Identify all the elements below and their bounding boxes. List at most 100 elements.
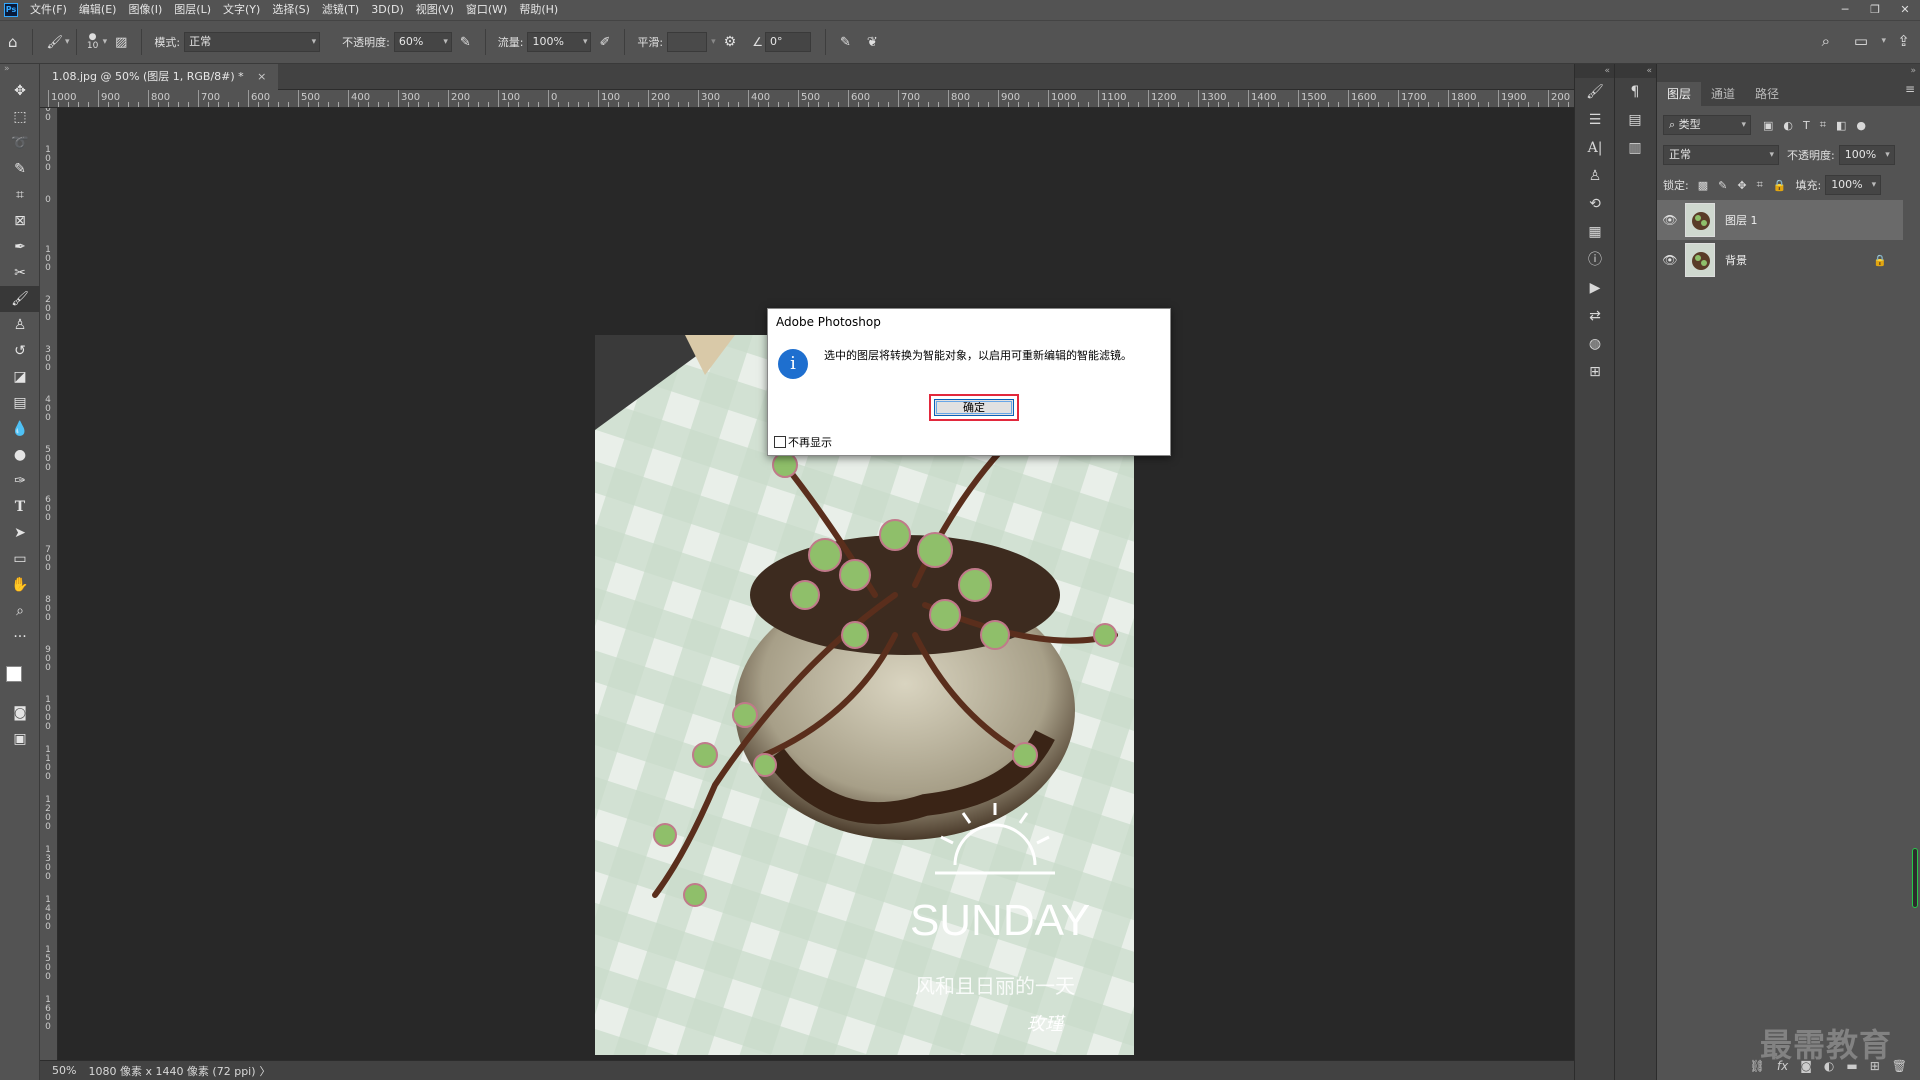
healing-brush-tool-icon[interactable]: ✂: [0, 260, 40, 286]
layer-opacity-field[interactable]: 100% ▾: [1838, 145, 1895, 165]
lock-transparent-icon[interactable]: ▩: [1698, 179, 1708, 192]
brush-panel-icon[interactable]: ▨: [115, 35, 127, 50]
menu-view[interactable]: 视图(V): [410, 0, 460, 20]
blend-mode-select[interactable]: 正常 ▾: [1663, 145, 1779, 165]
menu-window[interactable]: 窗口(W): [460, 0, 513, 20]
chevron-right-icon[interactable]: 〉: [260, 1063, 271, 1079]
zoom-level[interactable]: 50%: [52, 1064, 76, 1077]
home-icon[interactable]: ⌂: [8, 33, 18, 51]
workspace-icon[interactable]: ▭: [1854, 32, 1868, 50]
properties-icon[interactable]: ▦: [1575, 218, 1615, 246]
rectangle-tool-icon[interactable]: ▭: [0, 546, 40, 572]
filter-type-icon[interactable]: T: [1803, 119, 1810, 132]
menu-file[interactable]: 文件(F): [24, 0, 73, 20]
filter-toggle-icon[interactable]: ●: [1856, 119, 1866, 132]
brush-size-picker[interactable]: ● 10: [83, 33, 103, 51]
gear-icon[interactable]: ⚙: [724, 34, 737, 50]
path-selection-tool-icon[interactable]: ➤: [0, 520, 40, 546]
share-icon[interactable]: ⇪: [1897, 32, 1910, 50]
screen-mode-icon[interactable]: ▣: [0, 726, 40, 752]
marquee-tool-icon[interactable]: ⬚: [0, 104, 40, 130]
fill-field[interactable]: 100% ▾: [1825, 175, 1882, 195]
actions-play-icon[interactable]: ▶: [1575, 274, 1615, 302]
paths-icon[interactable]: ⇄: [1575, 302, 1615, 330]
color-wheel-icon[interactable]: ◍: [1575, 330, 1615, 358]
eye-icon[interactable]: 👁: [1657, 213, 1683, 227]
crop-tool-icon[interactable]: ⌗: [0, 182, 40, 208]
info-panel-icon[interactable]: ⓘ: [1575, 246, 1615, 274]
tab-layers[interactable]: 图层: [1657, 82, 1702, 106]
color-swatches[interactable]: [0, 650, 40, 700]
filter-adjustment-icon[interactable]: ◐: [1783, 119, 1793, 132]
collapse-icon[interactable]: «: [1615, 64, 1656, 78]
foreground-color-swatch[interactable]: [6, 666, 22, 682]
trash-icon[interactable]: 🗑: [1892, 1059, 1907, 1073]
lock-artboard-icon[interactable]: ⌗: [1757, 178, 1763, 192]
document-tab[interactable]: 1.08.jpg @ 50% (图层 1, RGB/8#) * ×: [40, 64, 279, 90]
tab-channels[interactable]: 通道: [1701, 82, 1745, 106]
collapse-icon[interactable]: «: [1575, 64, 1614, 78]
brush-settings-icon[interactable]: 🖌: [1575, 78, 1615, 106]
menu-3d[interactable]: 3D(D): [365, 0, 410, 20]
move-tool-icon[interactable]: ✥: [0, 78, 40, 104]
pressure-opacity-icon[interactable]: ✎: [460, 35, 471, 50]
menu-filter[interactable]: 滤镜(T): [316, 0, 365, 20]
dont-show-again-row[interactable]: 不再显示: [774, 434, 832, 450]
eye-icon[interactable]: 👁: [1657, 253, 1683, 267]
collapse-icon[interactable]: »: [1657, 64, 1920, 78]
clone-stamp-tool-icon[interactable]: ♙: [0, 312, 40, 338]
character-icon[interactable]: A|: [1575, 134, 1615, 162]
layer-name[interactable]: 图层 1: [1725, 212, 1903, 228]
dont-show-again-label[interactable]: 不再显示: [788, 434, 832, 450]
chevron-down-icon[interactable]: ▾: [1881, 36, 1886, 46]
more-tools-icon[interactable]: ···: [0, 624, 40, 650]
ok-button[interactable]: 确定: [934, 399, 1014, 416]
adjustments-sliders-icon[interactable]: ☰: [1575, 106, 1615, 134]
frame-tool-icon[interactable]: ⊠: [0, 208, 40, 234]
minimize-button[interactable]: ─: [1830, 0, 1860, 20]
blur-tool-icon[interactable]: 💧: [0, 416, 40, 442]
menu-help[interactable]: 帮助(H): [513, 0, 564, 20]
table-grid-icon[interactable]: ⊞: [1575, 358, 1615, 386]
lasso-tool-icon[interactable]: ➰: [0, 130, 40, 156]
mode-select[interactable]: 正常 ▾: [184, 32, 321, 52]
menu-image[interactable]: 图像(I): [122, 0, 168, 20]
menu-type[interactable]: 文字(Y): [217, 0, 266, 20]
canvas-area[interactable]: SUNDAY 风和且日丽的一天 玫瑾: [58, 108, 1574, 1060]
opacity-field[interactable]: 60% ▾: [393, 32, 452, 52]
search-icon[interactable]: ⌕: [1822, 32, 1830, 50]
clone-source-icon[interactable]: ♙: [1575, 162, 1615, 190]
paragraph-icon[interactable]: ¶: [1615, 78, 1655, 106]
pen-tool-icon[interactable]: ✑: [0, 468, 40, 494]
close-button[interactable]: ✕: [1890, 0, 1920, 20]
filter-smart-object-icon[interactable]: ◧: [1836, 119, 1846, 132]
menu-layer[interactable]: 图层(L): [168, 0, 217, 20]
history-icon[interactable]: ⟲: [1575, 190, 1615, 218]
close-tab-icon[interactable]: ×: [257, 70, 266, 83]
symmetry-butterfly-icon[interactable]: ❦: [867, 35, 878, 50]
eyedropper-tool-icon[interactable]: ✒: [0, 234, 40, 260]
chevron-down-icon[interactable]: ▾: [711, 37, 716, 47]
filter-kind-select[interactable]: ⌕ 类型 ▾: [1663, 115, 1751, 135]
menu-select[interactable]: 选择(S): [266, 0, 316, 20]
layer-comps-icon[interactable]: ▤: [1615, 106, 1655, 134]
layer-row[interactable]: 👁 图层 1: [1657, 200, 1903, 240]
notes-icon[interactable]: ▥: [1615, 134, 1655, 162]
airbrush-icon[interactable]: ✐: [599, 35, 610, 50]
filter-shape-icon[interactable]: ⌗: [1820, 118, 1826, 132]
layer-name[interactable]: 背景: [1725, 252, 1873, 268]
document-info[interactable]: 1080 像素 x 1440 像素 (72 ppi): [88, 1063, 255, 1079]
pressure-size-icon[interactable]: ✎: [840, 35, 851, 50]
gradient-tool-icon[interactable]: ▤: [0, 390, 40, 416]
layer-row[interactable]: 👁 背景 🔒: [1657, 240, 1903, 280]
menu-edit[interactable]: 编辑(E): [73, 0, 123, 20]
eraser-tool-icon[interactable]: ◪: [0, 364, 40, 390]
lock-position-icon[interactable]: ✥: [1737, 179, 1746, 192]
brush-preset-icon[interactable]: 🖌: [47, 35, 64, 50]
filter-pixel-icon[interactable]: ▣: [1763, 119, 1773, 132]
collapse-icon[interactable]: »: [0, 64, 39, 78]
quick-mask-icon[interactable]: ◙: [0, 700, 40, 726]
chevron-down-icon[interactable]: ▾: [103, 37, 108, 47]
flow-field[interactable]: 100% ▾: [527, 32, 592, 52]
history-brush-tool-icon[interactable]: ↺: [0, 338, 40, 364]
